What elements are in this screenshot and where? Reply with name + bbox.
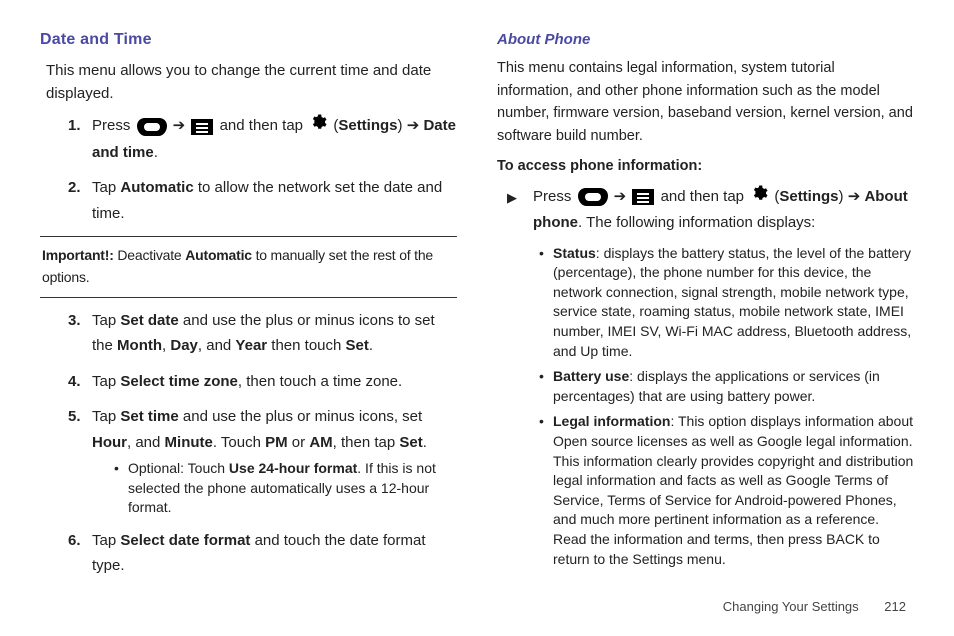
about-phone-intro: This menu contains legal information, sy…	[497, 57, 914, 147]
triangle-bullet-icon: ▶	[507, 187, 517, 209]
bullet-battery: Battery use: displays the applications o…	[539, 367, 914, 406]
bullet-legal: Legal information: This option displays …	[539, 412, 914, 569]
page-number: 212	[884, 599, 906, 614]
footer-title: Changing Your Settings	[723, 599, 859, 614]
gear-icon	[309, 113, 327, 140]
about-phone-heading: About Phone	[497, 28, 914, 51]
access-step-1: ▶ Press ➔ and then tap (Settings) ➔ Abou…	[507, 184, 914, 570]
step-5: 5. Tap Set time and use the plus or minu…	[68, 404, 457, 518]
home-button-icon	[137, 118, 167, 136]
step-2: 2. Tap Automatic to allow the network se…	[68, 175, 457, 226]
about-phone-bullets: Status: displays the battery status, the…	[539, 244, 914, 570]
access-heading: To access phone information:	[497, 155, 914, 177]
step-5-sub: Optional: Touch Use 24-hour format. If t…	[114, 459, 457, 518]
left-column: Date and Time This menu allows you to ch…	[40, 28, 477, 618]
step-3: 3. Tap Set date and use the plus or minu…	[68, 308, 457, 359]
page-footer: Changing Your Settings 212	[723, 599, 906, 614]
step-1: 1. Press ➔ and then tap (Settings) ➔ Dat…	[68, 113, 457, 165]
step-5-optional: Optional: Touch Use 24-hour format. If t…	[114, 459, 457, 518]
right-column: About Phone This menu contains legal inf…	[477, 28, 914, 618]
menu-icon	[191, 119, 213, 135]
date-time-intro: This menu allows you to change the curre…	[46, 59, 457, 106]
date-time-steps: 1. Press ➔ and then tap (Settings) ➔ Dat…	[68, 113, 457, 226]
step-4: 4. Tap Select time zone, then touch a ti…	[68, 369, 457, 395]
important-note: Important!: Deactivate Automatic to manu…	[40, 236, 457, 297]
date-time-heading: Date and Time	[40, 28, 457, 53]
home-button-icon	[578, 188, 608, 206]
access-steps: ▶ Press ➔ and then tap (Settings) ➔ Abou…	[507, 184, 914, 570]
step-6: 6. Tap Select date format and touch the …	[68, 528, 457, 579]
gear-icon	[750, 184, 768, 211]
date-time-steps-cont: 3. Tap Set date and use the plus or minu…	[68, 308, 457, 579]
bullet-status: Status: displays the battery status, the…	[539, 244, 914, 362]
menu-icon	[632, 189, 654, 205]
